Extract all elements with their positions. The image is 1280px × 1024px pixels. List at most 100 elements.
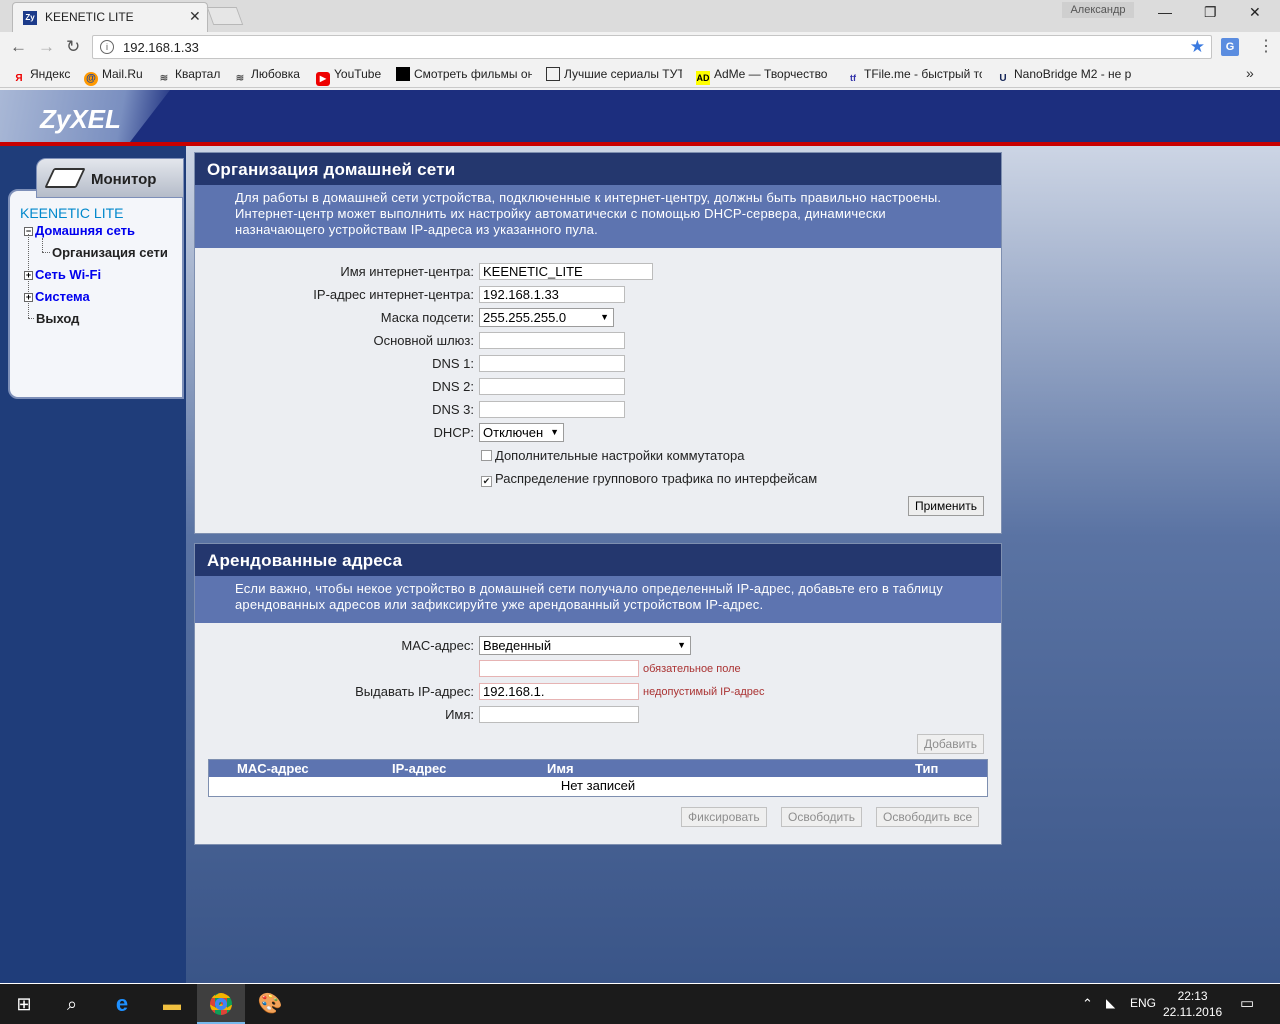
taskbar: ⊞ ⌕ e ▬ 🎨 ⌃ ◣ ENG 22:13 22.11.2016 ▭ [0,984,1280,1024]
release-all-button[interactable]: Освободить все [876,807,980,827]
chrome-icon[interactable] [197,984,245,1024]
fix-button[interactable]: Фиксировать [681,807,767,827]
adme-icon: AD [696,71,710,85]
dhcp-select[interactable]: Отключен ▼ [479,423,564,442]
switch-settings-checkbox[interactable]: Дополнительные настройки коммутатора [481,448,745,463]
bookmark-lyubovka[interactable]: ≋ Любовка [233,67,300,86]
bookmark-serials[interactable]: Лучшие сериалы ТУТ [546,67,682,81]
header-divider [0,142,1280,146]
bookmark-kvartal[interactable]: ≋ Квартал [157,67,221,86]
dns3-label: DNS 3: [432,402,474,417]
expand-icon[interactable]: + [24,293,33,302]
zyxel-logo: ZyXEL [40,104,121,134]
router-icon [44,168,86,188]
lease-ip-input[interactable]: 192.168.1. [479,683,639,700]
dropdown-arrow-icon: ▼ [600,312,609,322]
header-banner: ZyXEL [0,90,1280,142]
nav-system[interactable]: + Система [24,289,90,304]
lease-table: MAC-адрес IP-адрес Имя Тип Нет записей [208,759,988,797]
bookmark-tfile[interactable]: tf TFile.me - быстрый тс [846,67,982,85]
browser-chrome: Zy KEENETIC LITE ✕ Александр — ❐ ✕ ← → ↻… [0,0,1280,90]
minimize-icon[interactable]: — [1158,4,1172,20]
bookmark-youtube[interactable]: ▶ YouTube [316,67,381,86]
monitor-tab[interactable]: Монитор [36,158,184,198]
checkbox-checked-icon[interactable]: ✔ [481,476,492,487]
dropdown-arrow-icon: ▼ [550,427,559,437]
info-icon[interactable]: i [100,40,114,54]
gateway-label: Основной шлюз: [373,333,474,348]
router-name-input[interactable]: KEENETIC_LITE [479,263,653,280]
menu-icon[interactable]: ⋮ [1258,36,1274,56]
tab-title: KEENETIC LITE [45,10,134,24]
file-explorer-icon[interactable]: ▬ [148,984,196,1024]
subnet-mask-select[interactable]: 255.255.255.0 ▼ [479,308,614,327]
multicast-checkbox[interactable]: ✔ Распределение группового трафика по инт… [481,471,817,487]
browser-tab[interactable]: Zy KEENETIC LITE ✕ [12,2,208,32]
nav-wifi[interactable]: + Сеть Wi-Fi [24,267,101,282]
rss-icon: ≋ [159,73,169,84]
forward-arrow-icon[interactable]: → [38,37,55,57]
leased-addresses-panel: Арендованные адреса Если важно, чтобы не… [194,543,1002,845]
dns3-input[interactable] [479,401,625,418]
film-icon [396,67,410,81]
network-icon[interactable]: ◣ [1106,996,1115,1010]
profile-button[interactable]: Александр [1062,2,1134,18]
checkbox-unchecked-icon[interactable] [481,450,492,461]
tab-strip: Zy KEENETIC LITE ✕ Александр — ❐ ✕ [0,0,1280,32]
show-hidden-icons-icon[interactable]: ⌃ [1082,996,1093,1012]
col-mac: MAC-адрес [237,761,309,776]
yandex-icon: Я [15,73,23,84]
reload-icon[interactable]: ↻ [66,37,80,57]
ubiquiti-icon: U [999,73,1007,84]
panel-description: Для работы в домашней сети устройства, п… [195,185,1001,248]
dns1-label: DNS 1: [432,356,474,371]
table-header: MAC-адрес IP-адрес Имя Тип [209,760,987,777]
add-button[interactable]: Добавить [917,734,985,754]
device-title[interactable]: KEENETIC LITE [20,205,123,221]
restore-icon[interactable]: ❐ [1204,4,1217,21]
search-icon[interactable]: ⌕ [48,984,96,1024]
zyxel-favicon-icon: Zy [23,11,37,25]
nav-logout[interactable]: Выход [36,311,79,326]
mac-input[interactable] [479,660,639,677]
bookmark-nanobridge[interactable]: U NanoBridge M2 - не р [996,67,1132,86]
expand-icon[interactable]: + [24,271,33,280]
bookmark-films[interactable]: Смотреть фильмы он [396,67,532,81]
address-bar[interactable]: i 192.168.1.33 ★ [92,35,1212,59]
more-bookmarks-icon[interactable]: » [1246,65,1254,81]
tab-close-icon[interactable]: ✕ [189,8,201,25]
edge-icon[interactable]: e [98,984,146,1024]
paint-icon[interactable]: 🎨 [246,984,294,1024]
nav-home-network[interactable]: − Домашняя сеть [24,223,135,238]
window-close-icon[interactable]: ✕ [1249,4,1261,21]
release-button[interactable]: Освободить [781,807,862,827]
bookmark-mailru[interactable]: @ Mail.Ru [84,67,143,86]
toolbar: ← → ↻ i 192.168.1.33 ★ G ⋮ [0,32,1280,62]
language-indicator[interactable]: ENG [1130,996,1156,1010]
bookmark-yandex[interactable]: Я Яндекс [12,67,70,86]
lease-name-input[interactable] [479,706,639,723]
dns2-label: DNS 2: [432,379,474,394]
back-arrow-icon[interactable]: ← [10,37,27,57]
bookmark-adme[interactable]: AD AdMe — Творчество [696,67,830,85]
new-tab-button[interactable] [206,7,244,25]
mac-mode-select[interactable]: Введенный ▼ [479,636,691,655]
sidebar: Монитор KEENETIC LITE − Домашняя сеть Орг… [0,146,186,983]
gateway-input[interactable] [479,332,625,349]
mailru-icon: @ [84,72,98,86]
notifications-icon[interactable]: ▭ [1240,994,1254,1012]
url-text[interactable]: 192.168.1.33 [123,40,199,55]
router-ip-input[interactable]: 192.168.1.33 [479,286,625,303]
apply-button[interactable]: Применить [908,496,985,516]
col-ip: IP-адрес [392,761,447,776]
mac-label: MAC-адрес: [401,638,474,653]
bookmarks-bar: Я Яндекс @ Mail.Ru ≋ Квартал ≋ Любовка ▶ YouT… [0,62,1280,88]
windows-start-icon[interactable]: ⊞ [0,984,48,1024]
translate-icon[interactable]: G [1221,38,1239,56]
nav-network-org[interactable]: Организация сети [52,245,168,260]
lease-ip-label: Выдавать IP-адрес: [355,684,474,699]
dns1-input[interactable] [479,355,625,372]
dns2-input[interactable] [479,378,625,395]
clock[interactable]: 22:13 22.11.2016 [1163,988,1222,1020]
bookmark-star-icon[interactable]: ★ [1190,37,1205,57]
